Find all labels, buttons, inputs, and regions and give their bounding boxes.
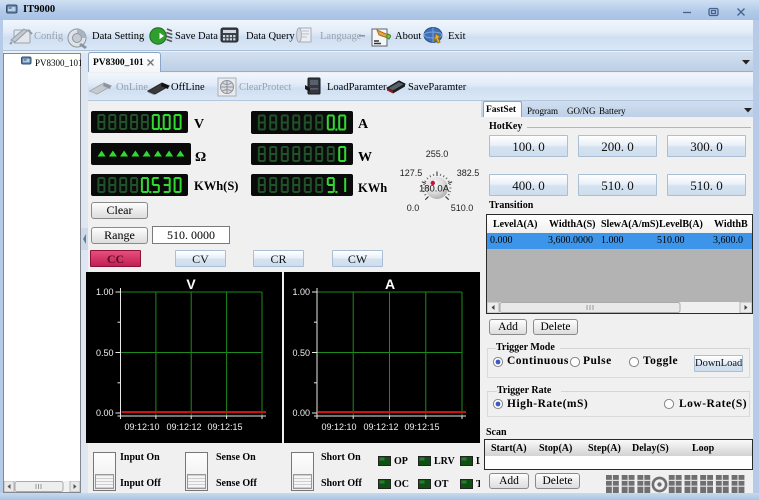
svg-text:382.5: 382.5 xyxy=(457,168,480,178)
svg-text:255.0: 255.0 xyxy=(426,149,449,159)
svg-text:09:12:12: 09:12:12 xyxy=(166,422,201,432)
svg-text:510.0: 510.0 xyxy=(451,203,474,213)
svg-text:09:12:10: 09:12:10 xyxy=(124,422,159,432)
svg-text:09:12:15: 09:12:15 xyxy=(404,422,439,432)
svg-text:V: V xyxy=(186,276,196,292)
svg-text:0.00: 0.00 xyxy=(96,408,114,418)
svg-text:0.50: 0.50 xyxy=(292,348,310,358)
svg-text:1.00: 1.00 xyxy=(96,287,114,297)
svg-text:0.50: 0.50 xyxy=(96,348,114,358)
svg-text:09:12:10: 09:12:10 xyxy=(321,422,356,432)
svg-text:A: A xyxy=(385,276,395,292)
svg-text:1.00: 1.00 xyxy=(292,287,310,297)
svg-text:09:12:12: 09:12:12 xyxy=(363,422,398,432)
svg-text:09:12:15: 09:12:15 xyxy=(207,422,242,432)
svg-text:127.5: 127.5 xyxy=(400,168,423,178)
svg-text:180.0A: 180.0A xyxy=(419,184,450,195)
svg-text:0.00: 0.00 xyxy=(292,408,310,418)
svg-text:0.0: 0.0 xyxy=(407,203,420,213)
